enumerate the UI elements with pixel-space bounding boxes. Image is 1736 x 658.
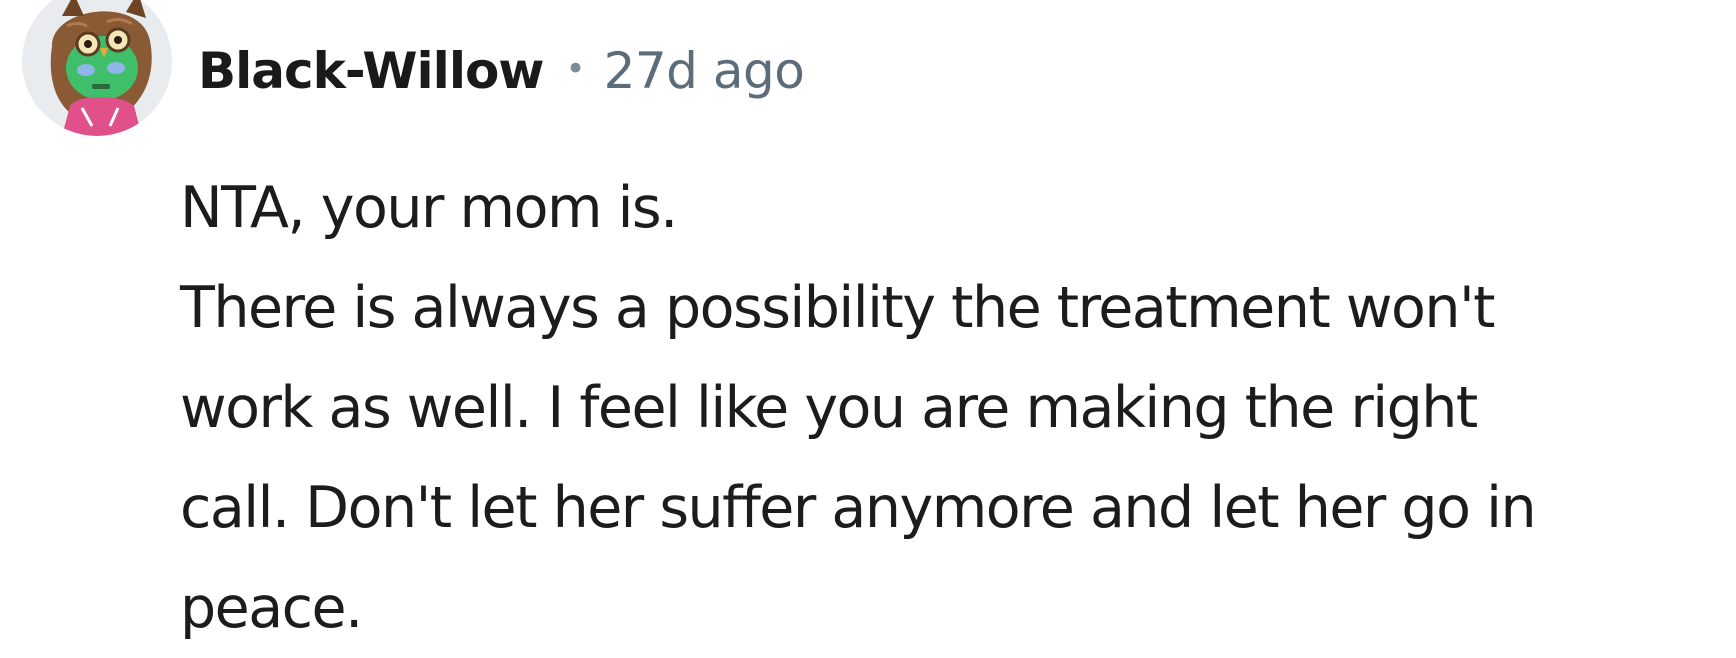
comment-line: There is always a possibility the treatm… bbox=[180, 275, 1495, 341]
timestamp[interactable]: 27d ago bbox=[604, 42, 805, 100]
comment-line: call. Don't let her suffer anymore and l… bbox=[180, 475, 1537, 541]
comment-line: NTA, your mom is. bbox=[180, 175, 678, 241]
avatar[interactable] bbox=[22, 0, 172, 136]
comment-body: NTA, your mom is. There is always a poss… bbox=[180, 158, 1736, 658]
snoo-avatar-icon bbox=[22, 0, 172, 136]
username-link[interactable]: Black-Willow bbox=[198, 42, 544, 100]
comment-line: peace. bbox=[180, 575, 363, 641]
comment: Black-Willow • 27d ago NTA, your mom is.… bbox=[0, 0, 1736, 650]
comment-meta: Black-Willow • 27d ago bbox=[198, 36, 805, 106]
comment-line: work as well. I feel like you are making… bbox=[180, 375, 1478, 441]
separator-dot: • bbox=[565, 49, 586, 89]
